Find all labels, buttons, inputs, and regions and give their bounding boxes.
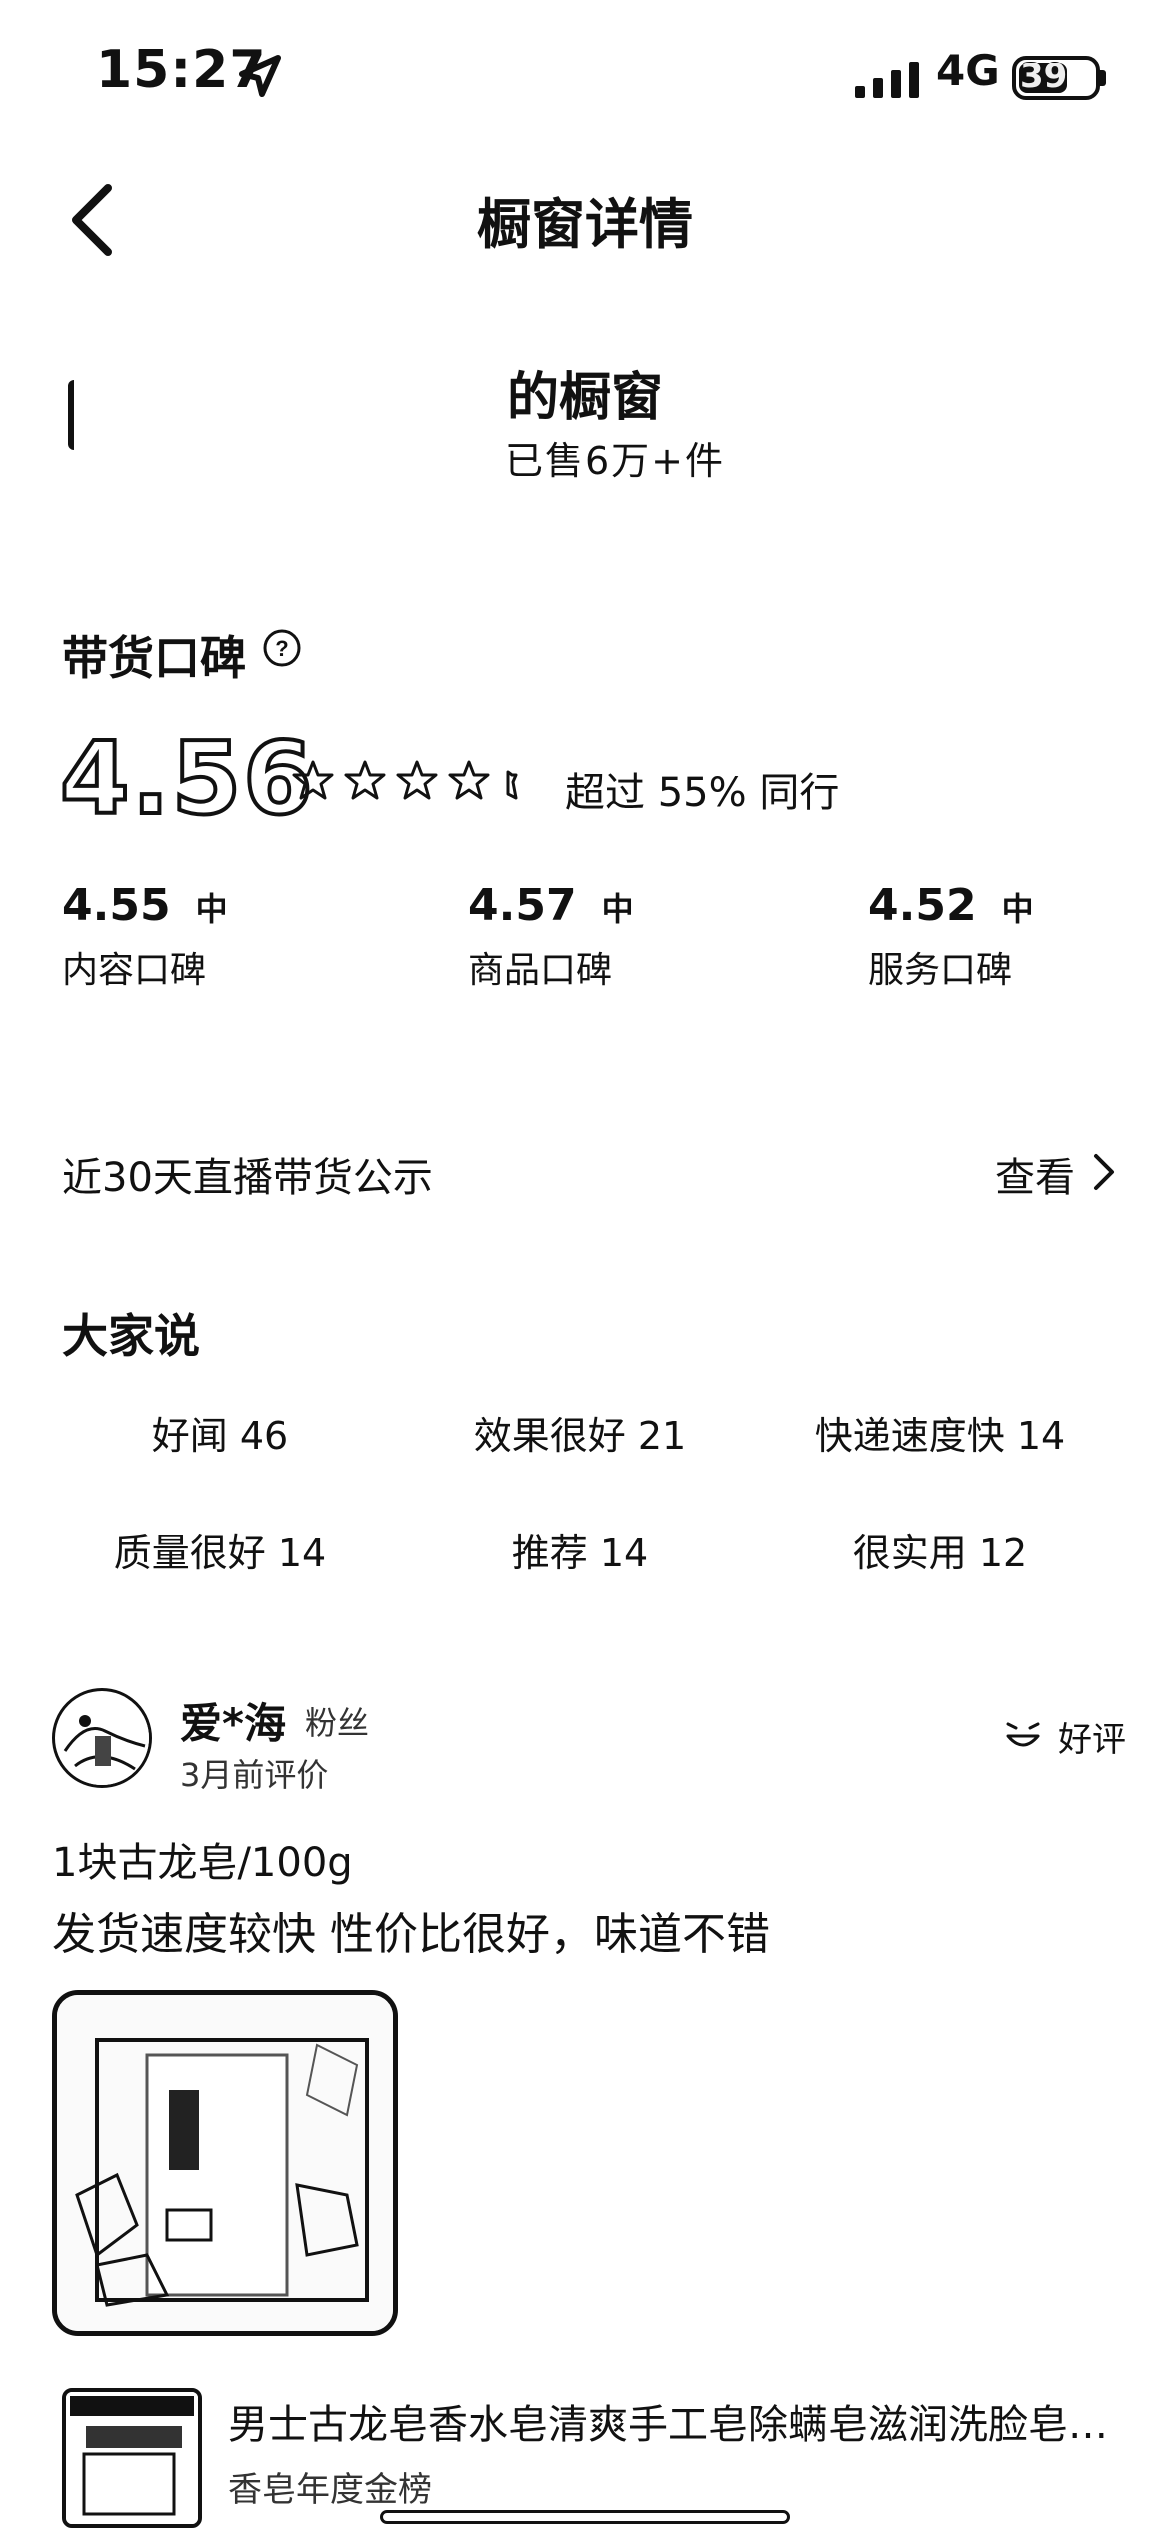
sub-score-service: 4.52 中 服务口碑	[868, 880, 1034, 993]
everyone-says-title: 大家说	[62, 1309, 200, 1363]
live-sales-public-label[interactable]: 近30天直播带货公示	[62, 1145, 433, 1203]
home-indicator[interactable]	[380, 2510, 790, 2524]
sub-score-value: 4.55	[62, 880, 171, 931]
rating-stars-icon	[292, 760, 518, 800]
purchased-spec: 1块古龙皂/100g	[52, 1840, 353, 1886]
product-thumbnail[interactable]	[62, 2388, 202, 2528]
soap-box-photo	[57, 1995, 393, 2331]
avatar[interactable]	[52, 1688, 152, 1788]
help-icon[interactable]: ?	[262, 628, 302, 668]
svg-text:?: ?	[275, 636, 288, 661]
chevron-right-icon[interactable]	[1090, 1150, 1118, 1194]
smiley-icon	[1006, 1722, 1040, 1747]
shop-name: 的橱窗	[506, 368, 663, 428]
review-tag[interactable]: 好闻 46	[40, 1405, 400, 1460]
sub-score-level: 中	[195, 890, 228, 928]
sub-score-level: 中	[1001, 890, 1034, 928]
product-image	[66, 2392, 198, 2524]
shop-sales: 已售6万+件	[504, 439, 726, 483]
rating-label: 好评	[1058, 1720, 1126, 1760]
product-title[interactable]: 男士古龙皂香水皂清爽手工皂除螨皂滋润洗脸皂精…	[228, 2392, 1128, 2450]
review-tag[interactable]: 很实用 12	[760, 1522, 1120, 1577]
review-tag[interactable]: 推荐 14	[400, 1522, 760, 1577]
overall-score: 4.56	[58, 718, 315, 839]
cellular-signal-icon	[855, 62, 919, 98]
location-arrow-icon	[239, 55, 281, 97]
fan-badge: 粉丝	[305, 1704, 370, 1742]
review-text: 发货速度较快 性价比很好，味道不错	[52, 1909, 770, 1960]
sub-score-label: 服务口碑	[868, 950, 1013, 991]
view-link[interactable]: 查看	[995, 1145, 1075, 1203]
product-ranking-tag[interactable]: 香皂年度金榜	[228, 2462, 432, 2511]
reviewer-name: 爱*海	[180, 1699, 286, 1748]
sub-score-label: 商品口碑	[468, 950, 613, 991]
battery-level: 39	[1020, 56, 1068, 96]
review-time: 3月前评价	[180, 1756, 329, 1794]
reputation-title: 带货口碑	[62, 631, 246, 685]
exceed-peers-text: 超过 55% 同行	[565, 770, 840, 816]
sub-score-label: 内容口碑	[62, 950, 207, 991]
review-photo[interactable]	[52, 1990, 398, 2336]
network-type: 4G	[936, 46, 1000, 95]
sub-score-value: 4.57	[468, 880, 577, 931]
battery-icon: 39	[1012, 56, 1100, 100]
sub-score-value: 4.52	[868, 880, 977, 931]
avatar-image	[59, 1695, 149, 1785]
sub-score-product: 4.57 中 商品口碑	[468, 880, 634, 993]
review-tag[interactable]: 质量很好 14	[40, 1522, 400, 1577]
review-tag[interactable]: 快递速度快 14	[760, 1405, 1120, 1460]
battery-nub	[1100, 70, 1106, 86]
sub-score-level: 中	[601, 890, 634, 928]
review-tag[interactable]: 效果很好 21	[400, 1405, 760, 1460]
page-title: 橱窗详情	[477, 193, 693, 256]
sub-score-content: 4.55 中 内容口碑	[62, 880, 228, 993]
